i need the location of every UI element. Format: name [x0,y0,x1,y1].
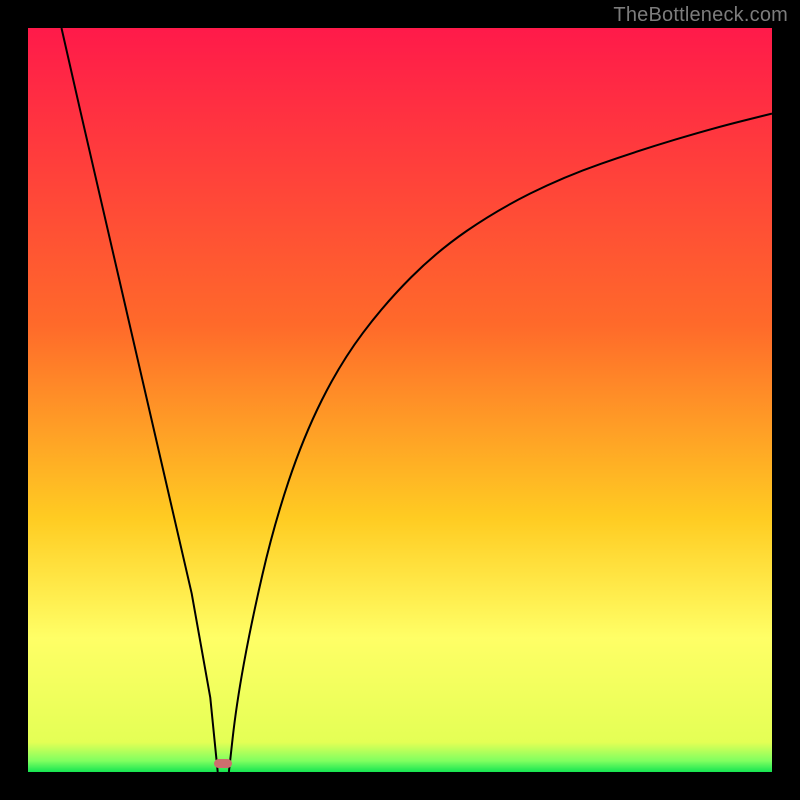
attribution-text: TheBottleneck.com [613,4,788,27]
optimum-marker [214,759,232,769]
background-gradient [28,28,772,772]
chart-area [28,28,772,772]
